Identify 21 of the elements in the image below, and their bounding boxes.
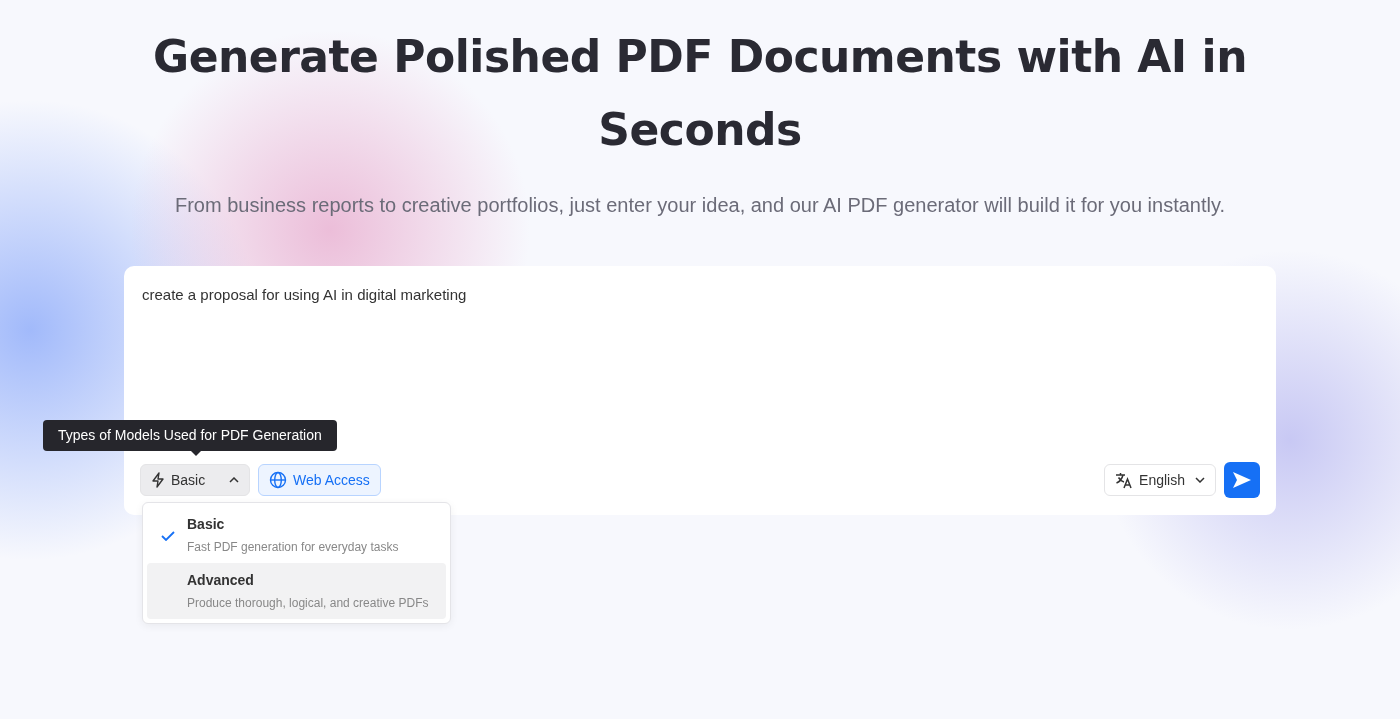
menu-item-title: Advanced: [187, 571, 255, 590]
menu-item[interactable]: Advanced Produce thorough, logical, and creative PDFs: [147, 563, 446, 619]
translate-icon: [1115, 471, 1134, 489]
check-icon: [161, 530, 175, 541]
model-button[interactable]: Basic: [140, 464, 250, 496]
tooltip-pointer: [189, 449, 203, 456]
globe-icon: [269, 471, 287, 489]
caret-icon: [229, 477, 239, 483]
language-button[interactable]: English: [1104, 464, 1216, 496]
tooltip: Types of Models Used for PDF Generation: [43, 420, 337, 451]
lightning-icon: [151, 472, 165, 488]
web-access-button[interactable]: Web Access: [258, 464, 381, 496]
chevron-down-icon: [1195, 477, 1205, 483]
menu-item[interactable]: Basic Fast PDF generation for everyday tasks: [147, 507, 446, 563]
menu-item-title: Basic: [187, 515, 226, 534]
send-button[interactable]: [1224, 462, 1260, 498]
subtitle: From business reports to creative portfolios, just enter your idea, and our AI PDF generator will build it for you instantly.: [173, 193, 1227, 218]
headline: Generate Polished PDF Documents with AI in Seconds: [152, 30, 1248, 157]
menu-item-description: Produce thorough, logical, and creative PDFs: [187, 595, 429, 612]
menu-item-description: Fast PDF generation for everyday tasks: [187, 539, 399, 556]
send-icon: [1232, 471, 1252, 489]
